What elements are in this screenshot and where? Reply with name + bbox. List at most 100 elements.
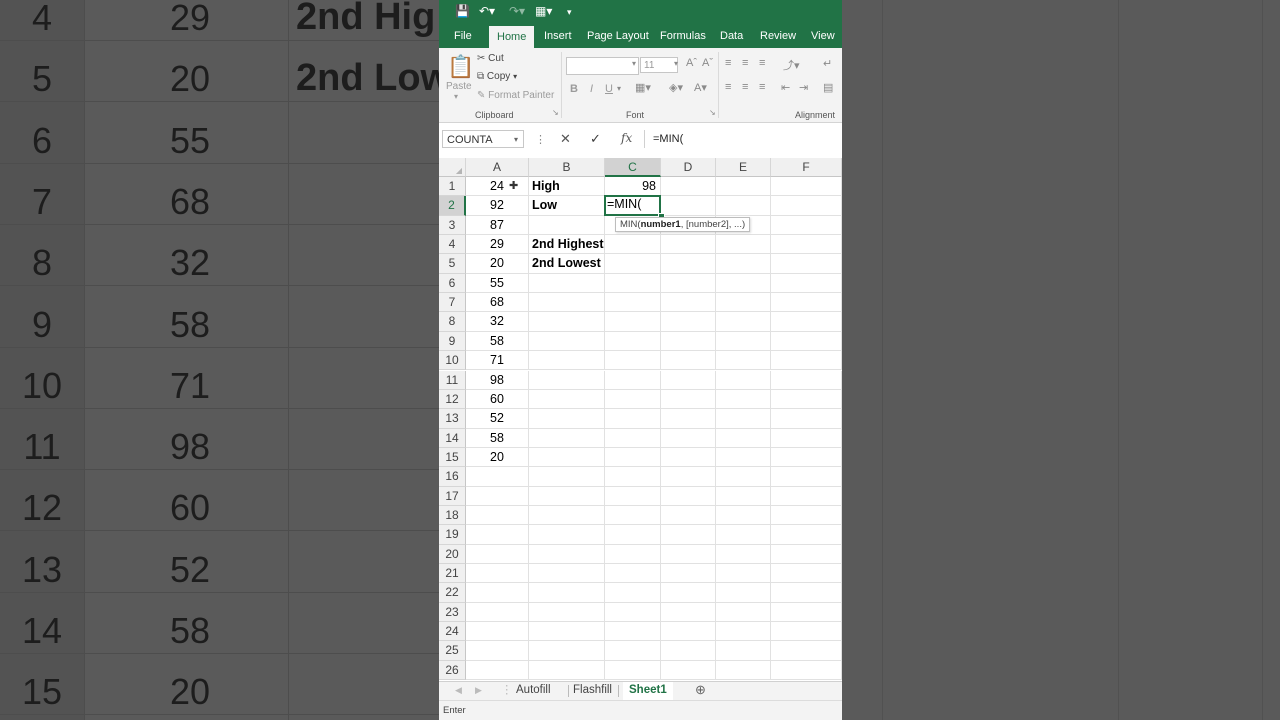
- cell-e5[interactable]: [716, 254, 771, 274]
- align-middle-icon[interactable]: ≡: [742, 57, 748, 69]
- scroll-sheets-right-icon[interactable]: ▶: [475, 682, 482, 700]
- cell-e21[interactable]: [716, 564, 771, 584]
- cell-d15[interactable]: [661, 447, 716, 468]
- cell-d11[interactable]: [661, 370, 716, 390]
- cell-d10[interactable]: [661, 351, 716, 371]
- cell-e12[interactable]: [716, 389, 771, 410]
- active-cell-editor[interactable]: =MIN(: [604, 195, 661, 216]
- cell-c20[interactable]: [605, 544, 661, 564]
- align-right-icon[interactable]: ≡: [759, 81, 765, 93]
- font-size-dropdown-icon[interactable]: ▾: [674, 59, 678, 68]
- cell-f26[interactable]: [771, 660, 842, 681]
- cell-c21[interactable]: [605, 564, 661, 584]
- save-icon[interactable]: 💾: [455, 4, 470, 18]
- cell-c5[interactable]: [605, 254, 661, 274]
- cell-b21[interactable]: [529, 564, 605, 584]
- cell-b17[interactable]: [529, 486, 605, 506]
- row-header[interactable]: 4: [439, 235, 466, 255]
- font-color-icon[interactable]: A▾: [694, 81, 707, 94]
- cell-b11[interactable]: [529, 370, 605, 390]
- function-tooltip[interactable]: MIN(number1, [number2], ...): [615, 216, 751, 232]
- clipboard-launcher-icon[interactable]: ↘: [552, 108, 559, 117]
- cell-e9[interactable]: [716, 331, 771, 352]
- formula-input[interactable]: =MIN(: [644, 130, 840, 148]
- cell-e14[interactable]: [716, 428, 771, 448]
- cell-e1[interactable]: [716, 177, 771, 197]
- cell-a16[interactable]: [466, 467, 529, 487]
- cell-c23[interactable]: [605, 602, 661, 623]
- cell-f6[interactable]: [771, 273, 842, 294]
- cell-f9[interactable]: [771, 331, 842, 352]
- cell-c26[interactable]: [605, 660, 661, 681]
- tooltip-arg1[interactable]: number1: [641, 219, 681, 230]
- row-header[interactable]: 15: [439, 447, 466, 468]
- cell-c25[interactable]: [605, 641, 661, 661]
- cell-c13[interactable]: [605, 409, 661, 429]
- cell-e10[interactable]: [716, 351, 771, 371]
- italic-button[interactable]: I: [590, 83, 593, 95]
- underline-dropdown-icon[interactable]: ▾: [617, 84, 621, 93]
- cell-a19[interactable]: [466, 525, 529, 545]
- cell-c18[interactable]: [605, 505, 661, 526]
- align-bottom-icon[interactable]: ≡: [759, 57, 765, 69]
- tab-home[interactable]: Home: [489, 26, 535, 48]
- cell-d6[interactable]: [661, 273, 716, 294]
- row-header[interactable]: 2: [439, 196, 466, 216]
- cell-b25[interactable]: [529, 641, 605, 661]
- cut-button[interactable]: ✂ Cut: [477, 53, 504, 64]
- cell-d26[interactable]: [661, 660, 716, 681]
- cell-d12[interactable]: [661, 389, 716, 410]
- cell-c16[interactable]: [605, 467, 661, 487]
- sheet-tabs-more-icon[interactable]: ⋮: [501, 682, 513, 700]
- row-header[interactable]: 10: [439, 351, 466, 371]
- cell-a3[interactable]: 87: [466, 215, 529, 236]
- cell-a14[interactable]: 58: [466, 428, 529, 448]
- cell-d2[interactable]: [661, 196, 716, 216]
- cell-b22[interactable]: [529, 583, 605, 603]
- cell-b13[interactable]: [529, 409, 605, 429]
- column-header-f[interactable]: F: [771, 158, 842, 177]
- cell-f24[interactable]: [771, 622, 842, 642]
- cell-b2[interactable]: Low: [529, 196, 605, 216]
- cell-b10[interactable]: [529, 351, 605, 371]
- row-header[interactable]: 18: [439, 505, 466, 526]
- enter-icon[interactable]: ✓: [590, 131, 601, 147]
- row-header[interactable]: 25: [439, 641, 466, 661]
- cell-e13[interactable]: [716, 409, 771, 429]
- align-left-icon[interactable]: ≡: [725, 81, 731, 93]
- row-header[interactable]: 16: [439, 467, 466, 487]
- row-header[interactable]: 7: [439, 293, 466, 313]
- cell-d17[interactable]: [661, 486, 716, 506]
- cell-c11[interactable]: [605, 370, 661, 390]
- select-all-corner[interactable]: ◢: [439, 158, 466, 177]
- copy-button[interactable]: ⧉ Copy ▾: [477, 71, 517, 82]
- cell-e23[interactable]: [716, 602, 771, 623]
- format-painter-button[interactable]: ✎ Format Painter: [477, 90, 554, 101]
- cell-c8[interactable]: [605, 312, 661, 332]
- row-header[interactable]: 21: [439, 564, 466, 584]
- cell-d20[interactable]: [661, 544, 716, 564]
- cell-d24[interactable]: [661, 622, 716, 642]
- sheet-tab-flashfill[interactable]: Flashfill: [573, 682, 612, 700]
- row-header[interactable]: 22: [439, 583, 466, 603]
- cell-d7[interactable]: [661, 293, 716, 313]
- cell-f17[interactable]: [771, 486, 842, 506]
- cell-d5[interactable]: [661, 254, 716, 274]
- increase-indent-icon[interactable]: ⇥: [799, 81, 808, 94]
- fill-color-icon[interactable]: ◈▾: [669, 81, 683, 94]
- font-launcher-icon[interactable]: ↘: [709, 108, 716, 117]
- scroll-sheets-left-icon[interactable]: ◀: [455, 682, 462, 700]
- row-header[interactable]: 19: [439, 525, 466, 545]
- cell-a13[interactable]: 52: [466, 409, 529, 429]
- cell-f11[interactable]: [771, 370, 842, 390]
- cell-a6[interactable]: 55: [466, 273, 529, 294]
- cell-d8[interactable]: [661, 312, 716, 332]
- font-name-box[interactable]: [566, 57, 639, 75]
- row-header[interactable]: 17: [439, 486, 466, 506]
- row-header[interactable]: 24: [439, 622, 466, 642]
- cell-f5[interactable]: [771, 254, 842, 274]
- cell-e26[interactable]: [716, 660, 771, 681]
- cell-f4[interactable]: [771, 235, 842, 255]
- undo-icon[interactable]: ↶▾: [479, 4, 495, 18]
- cell-a26[interactable]: [466, 660, 529, 681]
